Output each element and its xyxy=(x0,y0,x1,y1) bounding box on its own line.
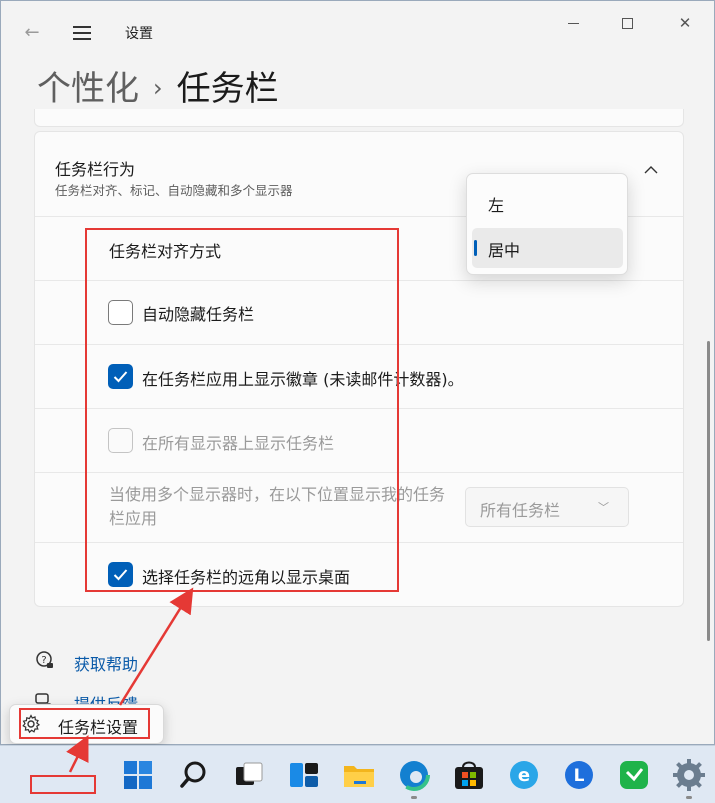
app-e-icon[interactable]: e xyxy=(507,758,541,792)
page-title: 任务栏 xyxy=(176,69,279,109)
section-subtitle: 任务栏对齐、标记、自动隐藏和多个显示器 xyxy=(55,183,293,198)
store-icon[interactable] xyxy=(452,758,486,792)
title-bar: ← 设置 ✕ xyxy=(1,1,714,63)
settings-icon[interactable] xyxy=(672,758,706,792)
search-icon[interactable] xyxy=(177,758,211,792)
get-help-label: 获取帮助 xyxy=(74,655,139,674)
svg-text:e: e xyxy=(518,765,530,786)
hamburger-menu-icon[interactable] xyxy=(71,22,93,44)
edge-icon[interactable] xyxy=(397,758,431,792)
scrollbar[interactable] xyxy=(707,341,710,641)
alignment-option-center[interactable]: 居中 xyxy=(472,228,623,268)
annotation-box-settings xyxy=(85,228,399,592)
taskbar: e L xyxy=(0,745,715,803)
alignment-option-left-label: 左 xyxy=(488,196,505,215)
alignment-option-left[interactable]: 左 xyxy=(472,183,623,223)
app-title: 设置 xyxy=(125,26,153,42)
minimize-button[interactable] xyxy=(553,11,593,35)
svg-text:L: L xyxy=(574,766,585,786)
settings-window: ← 设置 ✕ 个性化 › 任务栏 任务栏行为 任务栏对齐、标记、自动隐藏和多个显示器… xyxy=(0,0,715,745)
file-explorer-icon[interactable] xyxy=(342,758,376,792)
settings-running-indicator xyxy=(686,796,692,799)
alignment-option-center-label: 居中 xyxy=(488,241,521,260)
svg-text:?: ? xyxy=(41,655,46,666)
maximize-button[interactable] xyxy=(607,11,647,35)
alignment-flyout: 左 居中 xyxy=(466,173,628,275)
widgets-icon[interactable] xyxy=(287,758,321,792)
help-icon: ? xyxy=(36,651,53,668)
chevron-up-icon[interactable] xyxy=(643,162,665,184)
previous-card xyxy=(34,109,684,127)
back-button[interactable]: ← xyxy=(21,22,43,44)
annotation-box-taskbar-area xyxy=(30,775,96,794)
wechat-icon[interactable] xyxy=(617,758,651,792)
section-title: 任务栏行为 xyxy=(55,160,136,179)
multi-display-value: 所有任务栏 xyxy=(480,501,561,520)
annotation-box-context-menu xyxy=(19,708,150,739)
edge-running-indicator xyxy=(411,796,417,799)
breadcrumb-chevron-icon: › xyxy=(153,74,163,102)
app-l-icon[interactable]: L xyxy=(562,758,596,792)
close-button[interactable]: ✕ xyxy=(665,11,705,35)
breadcrumb: 个性化 › 任务栏 xyxy=(37,61,279,110)
breadcrumb-parent[interactable]: 个性化 xyxy=(37,69,139,109)
chevron-down-icon: ﹀ xyxy=(598,501,609,514)
multi-display-select: 所有任务栏 ﹀ xyxy=(465,487,629,527)
task-view-icon[interactable] xyxy=(232,758,266,792)
windows-start-icon[interactable] xyxy=(121,758,155,792)
